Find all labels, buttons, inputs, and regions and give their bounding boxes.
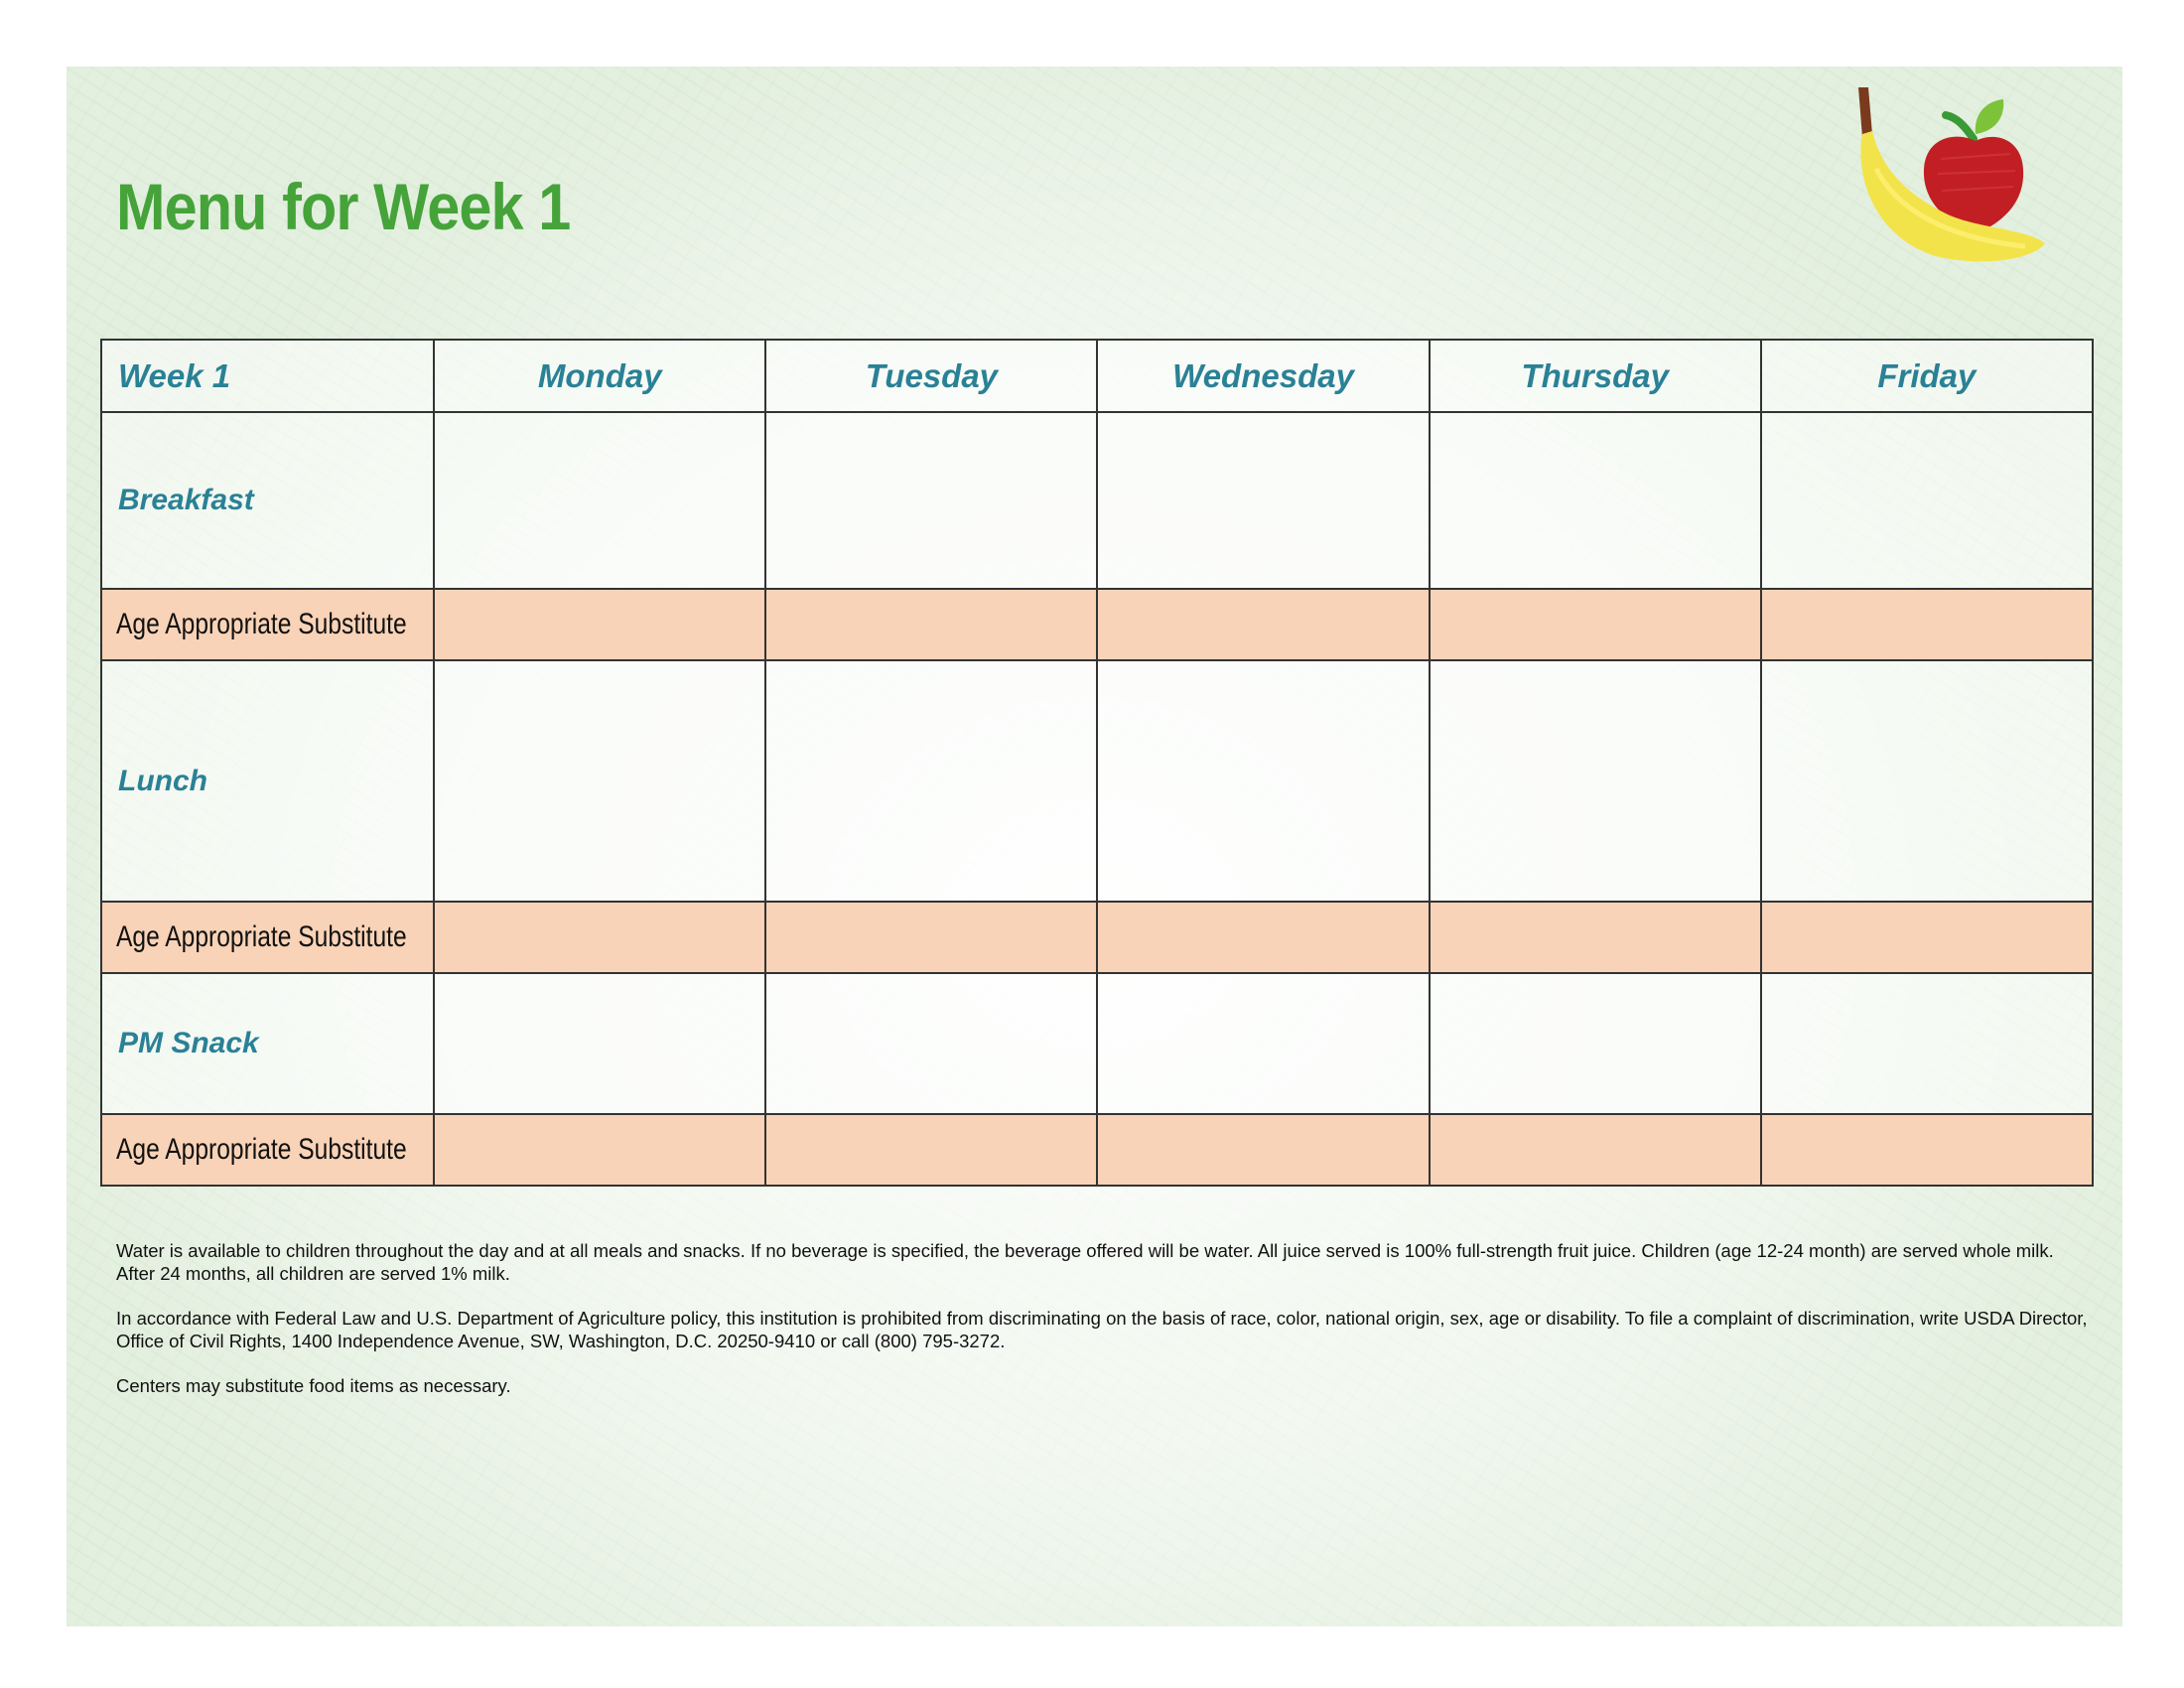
menu-cell[interactable] xyxy=(1428,972,1762,1115)
substitute-cell[interactable] xyxy=(433,588,767,661)
substitute-cell[interactable] xyxy=(1096,901,1431,974)
menu-cell[interactable] xyxy=(1759,659,2095,903)
substitute-cell[interactable] xyxy=(1428,1113,1762,1187)
page-title: Menu for Week 1 xyxy=(116,170,571,243)
substitute-label: Age Appropriate Substitute xyxy=(99,901,436,974)
banana-stem xyxy=(1858,87,1872,137)
pm-snack-row: PM Snack xyxy=(99,972,2095,1115)
substitute-label: Age Appropriate Substitute xyxy=(99,588,436,661)
header-row: Week 1 Monday Tuesday Wednesday Thursday… xyxy=(99,339,2095,413)
menu-cell[interactable] xyxy=(764,659,1099,903)
menu-cell[interactable] xyxy=(1759,972,2095,1115)
day-header-tuesday: Tuesday xyxy=(764,339,1099,413)
meal-label-breakfast: Breakfast xyxy=(99,411,436,590)
day-header-thursday: Thursday xyxy=(1428,339,1762,413)
footnotes: Water is available to children throughou… xyxy=(116,1239,2092,1419)
menu-cell[interactable] xyxy=(1759,411,2095,590)
day-header-wednesday: Wednesday xyxy=(1096,339,1431,413)
substitute-cell[interactable] xyxy=(433,1113,767,1187)
substitute-cell[interactable] xyxy=(1759,588,2095,661)
meal-label-pm-snack: PM Snack xyxy=(99,972,436,1115)
lunch-substitute-row: Age Appropriate Substitute xyxy=(99,901,2095,974)
lunch-row: Lunch xyxy=(99,659,2095,903)
substitute-cell[interactable] xyxy=(1759,1113,2095,1187)
menu-cell[interactable] xyxy=(1096,411,1431,590)
substitute-label: Age Appropriate Substitute xyxy=(99,1113,436,1187)
menu-cell[interactable] xyxy=(1428,659,1762,903)
menu-cell[interactable] xyxy=(1096,659,1431,903)
substitute-cell[interactable] xyxy=(764,588,1099,661)
substitute-label-text: Age Appropriate Substitute xyxy=(116,608,407,640)
substitute-cell[interactable] xyxy=(1096,588,1431,661)
substitute-cell[interactable] xyxy=(1428,588,1762,661)
day-header-monday: Monday xyxy=(433,339,767,413)
breakfast-row: Breakfast xyxy=(99,411,2095,590)
substitute-cell[interactable] xyxy=(1759,901,2095,974)
pm-snack-substitute-row: Age Appropriate Substitute xyxy=(99,1113,2095,1187)
meal-label-lunch: Lunch xyxy=(99,659,436,903)
substitute-cell[interactable] xyxy=(764,1113,1099,1187)
day-header-friday: Friday xyxy=(1759,339,2095,413)
banana-apple-icon xyxy=(1858,87,2045,262)
apple-stem xyxy=(1942,111,1978,143)
week-label: Week 1 xyxy=(99,339,436,413)
beverage-note: Water is available to children throughou… xyxy=(116,1240,2054,1284)
menu-cell[interactable] xyxy=(433,972,767,1115)
menu-cell[interactable] xyxy=(433,411,767,590)
menu-cell[interactable] xyxy=(433,659,767,903)
menu-cell[interactable] xyxy=(1096,972,1431,1115)
menu-cell[interactable] xyxy=(764,411,1099,590)
substitute-cell[interactable] xyxy=(433,901,767,974)
menu-cell[interactable] xyxy=(764,972,1099,1115)
menu-table: Week 1 Monday Tuesday Wednesday Thursday… xyxy=(99,339,2095,1187)
nondiscrimination-note: In accordance with Federal Law and U.S. … xyxy=(116,1308,2088,1351)
substitution-note: Centers may substitute food items as nec… xyxy=(116,1375,511,1396)
substitute-cell[interactable] xyxy=(1428,901,1762,974)
substitute-cell[interactable] xyxy=(1096,1113,1431,1187)
substitute-label-text: Age Appropriate Substitute xyxy=(116,1133,407,1166)
substitute-cell[interactable] xyxy=(764,901,1099,974)
substitute-label-text: Age Appropriate Substitute xyxy=(116,920,407,953)
apple-leaf xyxy=(1975,99,2004,134)
breakfast-substitute-row: Age Appropriate Substitute xyxy=(99,588,2095,661)
menu-cell[interactable] xyxy=(1428,411,1762,590)
